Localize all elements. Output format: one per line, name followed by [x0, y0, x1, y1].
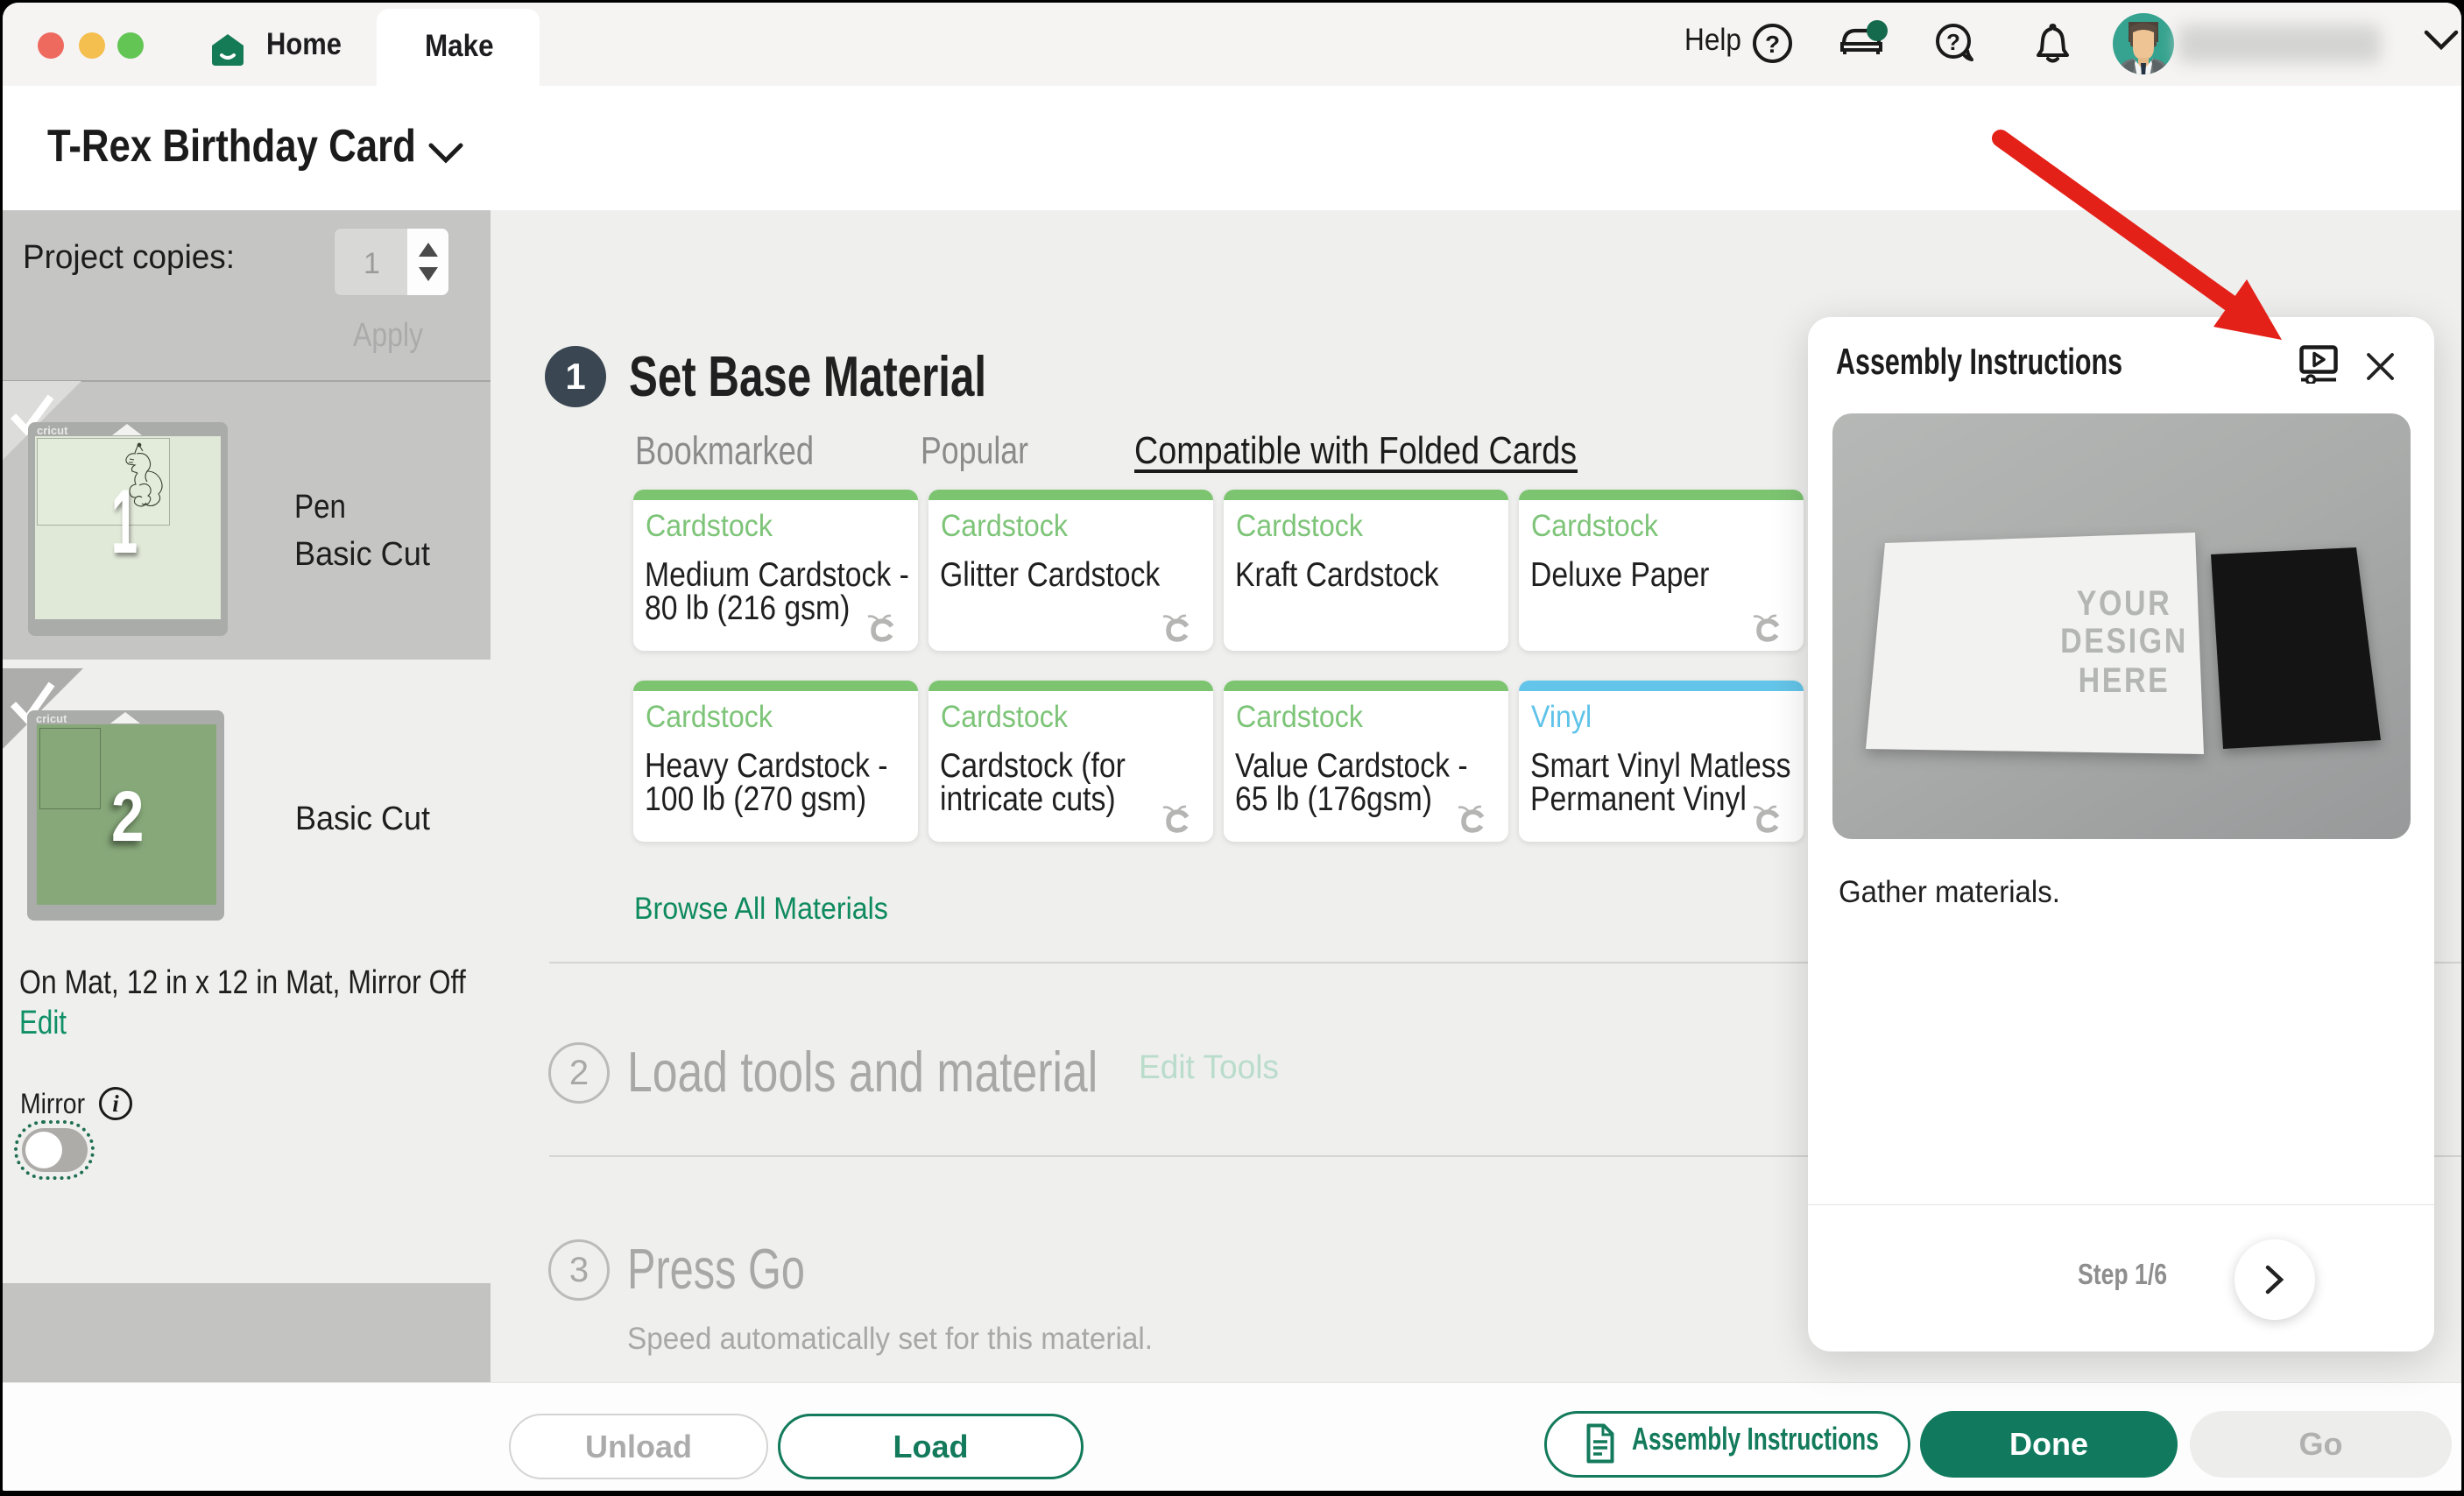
svg-text:DESIGN: DESIGN [2060, 620, 2188, 660]
svg-text:YOUR: YOUR [2077, 582, 2171, 622]
svg-text:HERE: HERE [2079, 660, 2171, 699]
svg-text:?: ? [1946, 29, 1960, 55]
